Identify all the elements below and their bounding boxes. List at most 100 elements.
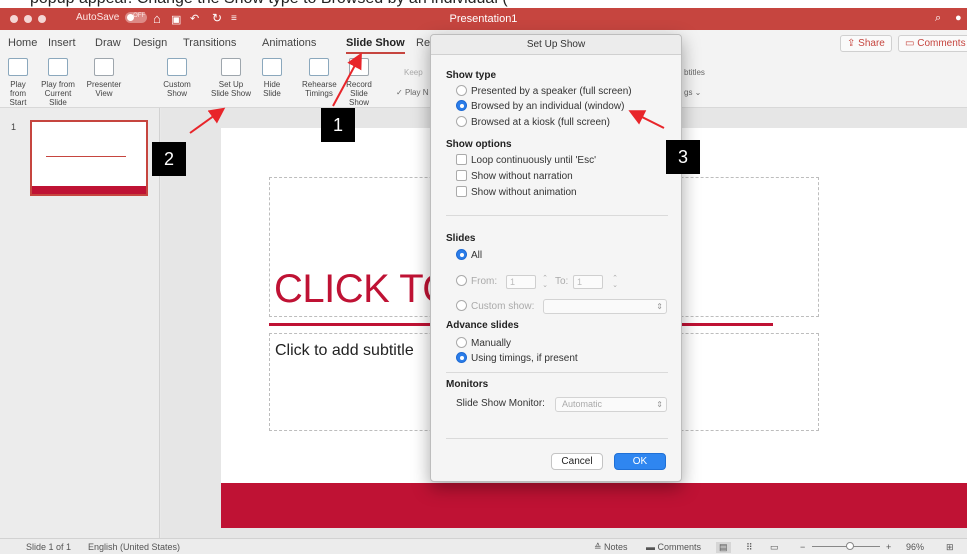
advance-timings-label: Using timings, if present — [471, 353, 578, 365]
radio-icon — [456, 85, 467, 96]
rehearse-label: Rehearse Timings — [302, 80, 337, 98]
advance-manually-radio[interactable]: Manually — [456, 337, 511, 350]
reading-view-icon[interactable]: ▭ — [770, 542, 779, 553]
callout-3: 3 — [666, 140, 700, 174]
ok-button[interactable]: OK — [614, 453, 666, 470]
slide-count: Slide 1 of 1 — [26, 542, 72, 552]
callout-1: 1 — [321, 108, 355, 142]
play-from-current-button[interactable]: Play from Current Slide — [36, 58, 80, 107]
custom-show-icon — [167, 58, 187, 76]
subtitle-settings-label: gs — [684, 88, 693, 97]
subtitle-text: Click to add subtitle — [275, 342, 414, 359]
loop-checkbox[interactable]: Loop continuously until 'Esc' — [456, 154, 597, 167]
slides-from-field[interactable]: 1 — [506, 275, 536, 289]
play-from-current-label: Play from Current Slide — [41, 80, 75, 107]
hide-slide-label: Hide Slide — [263, 80, 281, 98]
notes-label: Notes — [604, 542, 628, 552]
custom-show-label: Custom show: — [471, 301, 535, 313]
advance-slides-heading: Advance slides — [446, 320, 519, 331]
hide-slide-button[interactable]: Hide Slide — [258, 58, 286, 98]
play-current-icon — [48, 58, 68, 76]
radio-selected-icon — [456, 100, 467, 111]
tab-transitions[interactable]: Transitions — [183, 37, 236, 49]
no-animation-label: Show without animation — [471, 187, 577, 199]
title-bar: AutoSave OFF ⌂ ▣ ↶ ↻ ≡ Presentation1 ⌕ ● — [0, 8, 967, 30]
monitor-select[interactable]: Automatic ⇕ — [555, 397, 667, 412]
show-type-individual-label: Browsed by an individual (window) — [471, 101, 625, 113]
custom-show-select[interactable]: ⇕ — [543, 299, 667, 314]
checkbox-icon — [456, 170, 467, 181]
comments-button[interactable]: ▭ Comments — [898, 35, 967, 52]
title-text: CLICK TO — [274, 267, 454, 311]
to-stepper[interactable]: ⌃ ⌄ — [611, 275, 619, 289]
hide-slide-icon — [262, 58, 282, 76]
zoom-slider-handle[interactable] — [846, 542, 854, 550]
tab-review[interactable]: Re — [416, 37, 430, 49]
no-animation-checkbox[interactable]: Show without animation — [456, 186, 577, 199]
play-narrations-label: Play N — [404, 88, 429, 97]
account-icon[interactable]: ● — [955, 12, 962, 24]
slide-sorter-icon[interactable]: ⠿ — [746, 542, 753, 553]
radio-icon — [456, 116, 467, 127]
play-from-start-button[interactable]: Play from Start — [2, 58, 34, 107]
share-label: Share — [858, 38, 885, 49]
set-up-slide-show-button[interactable]: Set Up Slide Show — [209, 58, 253, 98]
record-slide-show-button[interactable]: Record Slide Show — [340, 58, 378, 107]
from-stepper[interactable]: ⌃ ⌄ — [541, 275, 549, 289]
monitor-value: Automatic — [562, 399, 603, 409]
monitors-heading: Monitors — [446, 379, 489, 390]
show-type-individual-radio[interactable]: Browsed by an individual (window) — [456, 100, 625, 113]
show-type-kiosk-radio[interactable]: Browsed at a kiosk (full screen) — [456, 116, 610, 129]
normal-view-icon[interactable]: ▤ — [716, 542, 731, 553]
tab-home[interactable]: Home — [8, 37, 37, 49]
zoom-out-icon[interactable]: − — [800, 542, 805, 552]
slides-all-radio[interactable]: All — [456, 249, 482, 262]
rehearse-timings-button[interactable]: Rehearse Timings — [302, 58, 337, 98]
status-comments-label: Comments — [657, 542, 702, 552]
set-up-icon — [221, 58, 241, 76]
tab-animations[interactable]: Animations — [262, 37, 316, 49]
language-indicator[interactable]: English (United States) — [88, 542, 180, 552]
notes-button[interactable]: ≙ Notes — [594, 542, 628, 553]
section-divider — [446, 215, 668, 216]
chevron-updown-icon: ⇕ — [656, 400, 663, 409]
slides-from-radio[interactable]: From: — [456, 275, 497, 288]
record-label: Record Slide Show — [346, 80, 372, 107]
subtitle-settings-dropdown[interactable]: gs ⌄ — [684, 88, 701, 97]
tab-insert[interactable]: Insert — [48, 37, 76, 49]
cancel-button[interactable]: Cancel — [551, 453, 603, 470]
zoom-level[interactable]: 96% — [906, 542, 924, 552]
tab-design[interactable]: Design — [133, 37, 167, 49]
tab-draw[interactable]: Draw — [95, 37, 121, 49]
status-comments-button[interactable]: ▬ Comments — [646, 542, 701, 552]
section-divider — [446, 372, 668, 373]
record-icon — [349, 58, 369, 76]
radio-selected-icon — [456, 352, 467, 363]
tab-slide-show[interactable]: Slide Show — [346, 37, 405, 54]
keep-label: Keep — [404, 68, 423, 77]
advance-timings-radio[interactable]: Using timings, if present — [456, 352, 578, 365]
custom-show-button[interactable]: Custom Show — [158, 58, 196, 98]
search-icon[interactable]: ⌕ — [935, 12, 941, 25]
show-type-speaker-radio[interactable]: Presented by a speaker (full screen) — [456, 85, 632, 98]
show-options-heading: Show options — [446, 139, 512, 150]
custom-show-label: Custom Show — [163, 80, 191, 98]
zoom-in-icon[interactable]: + — [886, 542, 891, 552]
checkbox-icon — [456, 154, 467, 165]
loop-label: Loop continuously until 'Esc' — [471, 155, 597, 167]
slides-to-field[interactable]: 1 — [573, 275, 603, 289]
fit-to-window-icon[interactable]: ⊞ — [946, 542, 954, 553]
play-from-start-label: Play from Start — [9, 80, 27, 107]
show-type-speaker-label: Presented by a speaker (full screen) — [471, 86, 632, 98]
play-narrations-checkbox[interactable]: ✓ Play N — [396, 88, 429, 97]
slide-thumbnail-panel: 1 — [0, 108, 160, 538]
rehearse-icon — [309, 58, 329, 76]
slide-footer-band — [221, 483, 967, 528]
slide-thumbnail[interactable] — [30, 120, 148, 196]
presenter-view-button[interactable]: Presenter View — [84, 58, 124, 98]
custom-show-radio[interactable]: Custom show: — [456, 300, 535, 313]
share-button[interactable]: ⇪ Share — [840, 35, 892, 52]
radio-selected-icon — [456, 249, 467, 260]
no-narration-checkbox[interactable]: Show without narration — [456, 170, 573, 183]
document-title: Presentation1 — [449, 13, 518, 25]
